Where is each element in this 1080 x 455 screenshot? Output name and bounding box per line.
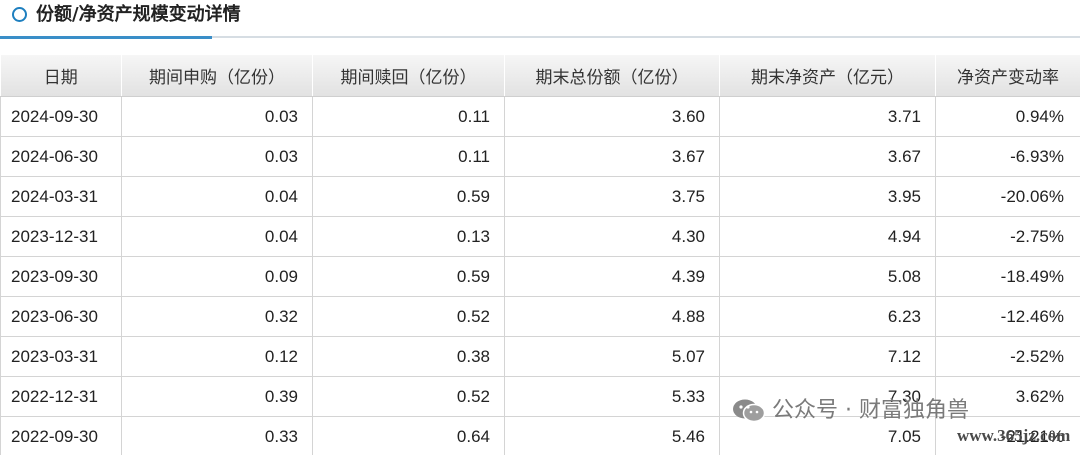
cell-subscription: 0.03 [121, 96, 313, 137]
cell-date: 2023-09-30 [0, 256, 122, 297]
cell-redemption: 0.52 [312, 296, 505, 337]
cell-date: 2024-03-31 [0, 176, 122, 217]
cell-date: 2023-03-31 [0, 336, 122, 377]
circle-bullet-icon [12, 7, 27, 22]
cell-net-assets: 3.67 [719, 136, 936, 177]
cell-redemption: 0.59 [312, 176, 505, 217]
cell-net-assets: 6.23 [719, 296, 936, 337]
cell-change-rate: -20.06% [935, 176, 1080, 217]
cell-change-rate: 0.94% [935, 96, 1080, 137]
cell-subscription: 0.04 [121, 216, 313, 257]
cell-redemption: 0.52 [312, 376, 505, 417]
cell-redemption: 0.11 [312, 136, 505, 177]
cell-total-shares: 5.07 [504, 336, 720, 377]
cell-total-shares: 4.30 [504, 216, 720, 257]
watermark: 公众号 · 财富独角兽 [732, 392, 969, 424]
table-row: 2024-03-31 0.04 0.59 3.75 3.95 -20.06% [0, 176, 1080, 217]
cell-total-shares: 5.33 [504, 376, 720, 417]
cell-date: 2023-06-30 [0, 296, 122, 337]
cell-date: 2022-09-30 [0, 416, 122, 455]
table-row: 2023-03-31 0.12 0.38 5.07 7.12 -2.52% [0, 336, 1080, 377]
watermark-text: 公众号 · 财富独角兽 [772, 398, 969, 423]
cell-redemption: 0.59 [312, 256, 505, 297]
cell-subscription: 0.12 [121, 336, 313, 377]
table-row: 2023-12-31 0.04 0.13 4.30 4.94 -2.75% [0, 216, 1080, 257]
cell-subscription: 0.04 [121, 176, 313, 217]
cell-redemption: 0.38 [312, 336, 505, 377]
cell-subscription: 0.32 [121, 296, 313, 337]
column-header-net-assets: 期末净资产（亿元） [719, 55, 936, 97]
cell-change-rate: -2.75% [935, 216, 1080, 257]
cell-net-assets: 5.08 [719, 256, 936, 297]
header-accent-bar [0, 36, 212, 39]
site-watermark: www.365jz.com [957, 426, 1071, 445]
cell-total-shares: 5.46 [504, 416, 720, 455]
cell-change-rate: -6.93% [935, 136, 1080, 177]
cell-subscription: 0.33 [121, 416, 313, 455]
cell-net-assets: 7.12 [719, 336, 936, 377]
cell-subscription: 0.09 [121, 256, 313, 297]
column-header-date: 日期 [0, 55, 122, 97]
table-header-row: 日期 期间申购（亿份） 期间赎回（亿份） 期末总份额（亿份） 期末净资产（亿元）… [0, 55, 1080, 97]
column-header-change-rate: 净资产变动率 [935, 55, 1080, 97]
cell-subscription: 0.03 [121, 136, 313, 177]
cell-redemption: 0.11 [312, 96, 505, 137]
cell-total-shares: 3.75 [504, 176, 720, 217]
column-header-redemption: 期间赎回（亿份） [312, 55, 505, 97]
cell-net-assets: 3.95 [719, 176, 936, 217]
cell-date: 2023-12-31 [0, 216, 122, 257]
cell-date: 2024-06-30 [0, 136, 122, 177]
cell-change-rate: -2.52% [935, 336, 1080, 377]
cell-total-shares: 4.39 [504, 256, 720, 297]
section-title: 份额/净资产规模变动详情 [36, 4, 241, 25]
cell-total-shares: 3.67 [504, 136, 720, 177]
table-row: 2024-09-30 0.03 0.11 3.60 3.71 0.94% [0, 96, 1080, 137]
cell-net-assets: 4.94 [719, 216, 936, 257]
cell-subscription: 0.39 [121, 376, 313, 417]
column-header-total-shares: 期末总份额（亿份） [504, 55, 720, 97]
cell-redemption: 0.13 [312, 216, 505, 257]
table-row: 2023-09-30 0.09 0.59 4.39 5.08 -18.49% [0, 256, 1080, 297]
cell-net-assets: 3.71 [719, 96, 936, 137]
cell-total-shares: 4.88 [504, 296, 720, 337]
cell-change-rate: -12.46% [935, 296, 1080, 337]
cell-date: 2022-12-31 [0, 376, 122, 417]
table-row: 2023-06-30 0.32 0.52 4.88 6.23 -12.46% [0, 296, 1080, 337]
cell-change-rate: -18.49% [935, 256, 1080, 297]
cell-date: 2024-09-30 [0, 96, 122, 137]
cell-total-shares: 3.60 [504, 96, 720, 137]
table-row: 2024-06-30 0.03 0.11 3.67 3.67 -6.93% [0, 136, 1080, 177]
column-header-subscription: 期间申购（亿份） [121, 55, 313, 97]
wechat-icon [732, 398, 766, 424]
cell-redemption: 0.64 [312, 416, 505, 455]
section-header: 份额/净资产规模变动详情 [0, 0, 1080, 39]
